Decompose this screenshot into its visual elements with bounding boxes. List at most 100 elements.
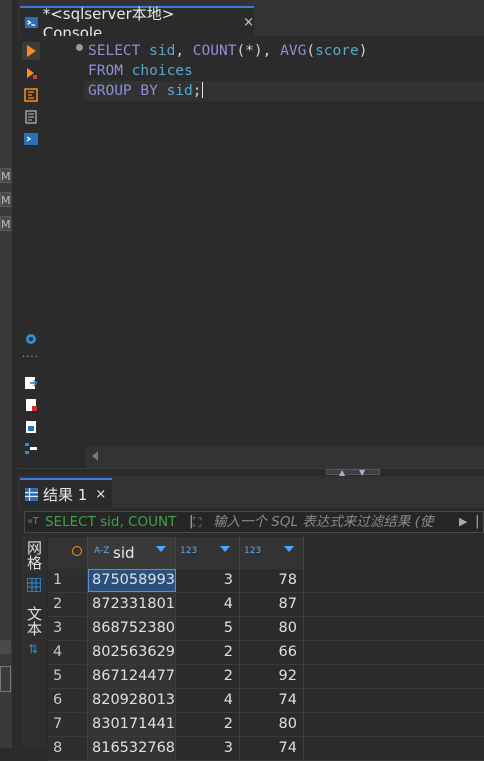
- table-row[interactable]: 7 830171441 2 80: [48, 713, 484, 737]
- cell-sid[interactable]: 820928013: [88, 689, 176, 712]
- strip-toggle-2[interactable]: [0, 666, 11, 692]
- table-choices: choices: [131, 63, 193, 79]
- execute-script-icon[interactable]: [24, 66, 38, 80]
- cell-count[interactable]: 2: [176, 665, 240, 688]
- horizontal-scrollbar[interactable]: [86, 446, 484, 468]
- numeric-type-icon: 123: [180, 546, 198, 556]
- row-number[interactable]: 4: [48, 641, 88, 664]
- cell-empty[interactable]: [304, 569, 484, 592]
- row-number-header[interactable]: [48, 537, 88, 569]
- cell-count[interactable]: 4: [176, 593, 240, 616]
- cell-count[interactable]: 5: [176, 617, 240, 640]
- cell-avg[interactable]: 78: [240, 569, 304, 592]
- sort-icon[interactable]: [156, 546, 166, 552]
- strip-toggle-1[interactable]: [0, 640, 11, 654]
- cell-avg[interactable]: 74: [240, 737, 304, 760]
- cell-avg[interactable]: 66: [240, 641, 304, 664]
- scroll-left-icon[interactable]: [92, 451, 98, 461]
- cell-sid[interactable]: 875058993: [88, 569, 176, 592]
- cell-sid[interactable]: 872331801: [88, 593, 176, 616]
- cell-count[interactable]: 4: [176, 689, 240, 712]
- cell-empty[interactable]: [304, 665, 484, 688]
- result-grid[interactable]: A-Z sid 123 123 1 875058993 3 78 2 872331801 4…: [48, 537, 484, 761]
- cell-count[interactable]: 3: [176, 737, 240, 760]
- export-icon[interactable]: [24, 376, 38, 390]
- cell-count[interactable]: 2: [176, 713, 240, 736]
- text-view-label[interactable]: 文本: [25, 606, 43, 640]
- numeric-type-icon: 123: [244, 546, 262, 556]
- function-avg: AVG: [280, 43, 307, 59]
- column-header-sid[interactable]: A-Z sid: [88, 537, 176, 569]
- outline-icon[interactable]: [24, 442, 38, 456]
- code-line-2[interactable]: FROM choices: [88, 61, 193, 81]
- filter-query-preview[interactable]: SELECT sid, COUNT: [45, 512, 176, 532]
- cell-sid[interactable]: 802563629: [88, 641, 176, 664]
- text-type-icon: A-Z: [94, 546, 110, 556]
- cell-empty[interactable]: [304, 593, 484, 616]
- expand-filter-icon[interactable]: ⛶: [193, 512, 201, 532]
- table-row[interactable]: 8 816532768 3 74: [48, 737, 484, 761]
- file-error-icon[interactable]: [24, 398, 38, 412]
- cell-empty[interactable]: [304, 737, 484, 760]
- row-number[interactable]: 2: [48, 593, 88, 616]
- table-row[interactable]: 2 872331801 4 87: [48, 593, 484, 617]
- execute-statement-icon[interactable]: [22, 42, 40, 60]
- column-header-count[interactable]: 123: [176, 537, 240, 569]
- cell-count[interactable]: 2: [176, 641, 240, 664]
- sort-icon[interactable]: [220, 546, 230, 552]
- table-row[interactable]: 3 868752380 5 80: [48, 617, 484, 641]
- record-mode-icon[interactable]: ⇅: [28, 642, 38, 656]
- table-row[interactable]: 1 875058993 3 78: [48, 569, 484, 593]
- splitter-handle[interactable]: ▲ ▼: [326, 468, 380, 477]
- output-console-icon[interactable]: [24, 132, 38, 146]
- strip-button-2[interactable]: M: [0, 192, 11, 207]
- more-icon[interactable]: ····: [22, 352, 39, 363]
- code-line-1[interactable]: SELECT sid, COUNT(*), AVG(score): [88, 41, 367, 61]
- file-data-icon[interactable]: [24, 420, 38, 434]
- strip-button-1[interactable]: M: [0, 168, 11, 183]
- table-row[interactable]: 5 867124477 2 92: [48, 665, 484, 689]
- cell-sid[interactable]: 816532768: [88, 737, 176, 760]
- cell-empty[interactable]: [304, 641, 484, 664]
- table-row[interactable]: 6 820928013 4 74: [48, 689, 484, 713]
- explain-plan-icon[interactable]: [24, 88, 38, 102]
- sql-filter-icon[interactable]: «T: [27, 512, 39, 532]
- sort-icon[interactable]: [284, 546, 294, 552]
- close-results-icon[interactable]: ×: [95, 487, 106, 502]
- cell-sid[interactable]: 868752380: [88, 617, 176, 640]
- row-number[interactable]: 6: [48, 689, 88, 712]
- log-icon[interactable]: [24, 110, 38, 124]
- filter-run-icon[interactable]: ▶: [459, 512, 467, 532]
- row-number[interactable]: 8: [48, 737, 88, 760]
- filter-bar[interactable]: «T SELECT sid, COUNT | ⛶ 输入一个 SQL 表达式来过滤…: [24, 511, 484, 533]
- grid-view-label[interactable]: 网格: [25, 540, 43, 574]
- cell-empty[interactable]: [304, 617, 484, 640]
- console-tab[interactable]: *<sqlserver本地> Console ×: [20, 5, 254, 42]
- strip-button-3[interactable]: M: [0, 216, 11, 231]
- column-header-avg[interactable]: 123: [240, 537, 304, 569]
- cell-count[interactable]: 3: [176, 569, 240, 592]
- table-row[interactable]: 4 802563629 2 66: [48, 641, 484, 665]
- cell-avg[interactable]: 92: [240, 665, 304, 688]
- results-tab[interactable]: 结果 1 ×: [20, 478, 112, 508]
- code-line-3[interactable]: GROUP BY sid;: [88, 81, 203, 101]
- empty-header-area: [304, 537, 484, 569]
- cell-sid[interactable]: 867124477: [88, 665, 176, 688]
- cell-avg[interactable]: 87: [240, 593, 304, 616]
- close-icon[interactable]: ×: [243, 15, 254, 30]
- cell-empty[interactable]: [304, 689, 484, 712]
- cell-avg[interactable]: 80: [240, 713, 304, 736]
- cell-sid[interactable]: 830171441: [88, 713, 176, 736]
- row-number[interactable]: 3: [48, 617, 88, 640]
- results-tab-title: 结果 1: [43, 485, 88, 504]
- grid-view-icon[interactable]: [27, 578, 41, 592]
- row-number[interactable]: 5: [48, 665, 88, 688]
- cell-avg[interactable]: 80: [240, 617, 304, 640]
- settings-gear-icon[interactable]: [24, 332, 38, 346]
- column-sid: sid: [149, 43, 176, 59]
- cell-empty[interactable]: [304, 713, 484, 736]
- cell-avg[interactable]: 74: [240, 689, 304, 712]
- row-number[interactable]: 1: [48, 569, 88, 592]
- filter-input[interactable]: 输入一个 SQL 表达式来过滤结果 (使: [213, 512, 433, 532]
- row-number[interactable]: 7: [48, 713, 88, 736]
